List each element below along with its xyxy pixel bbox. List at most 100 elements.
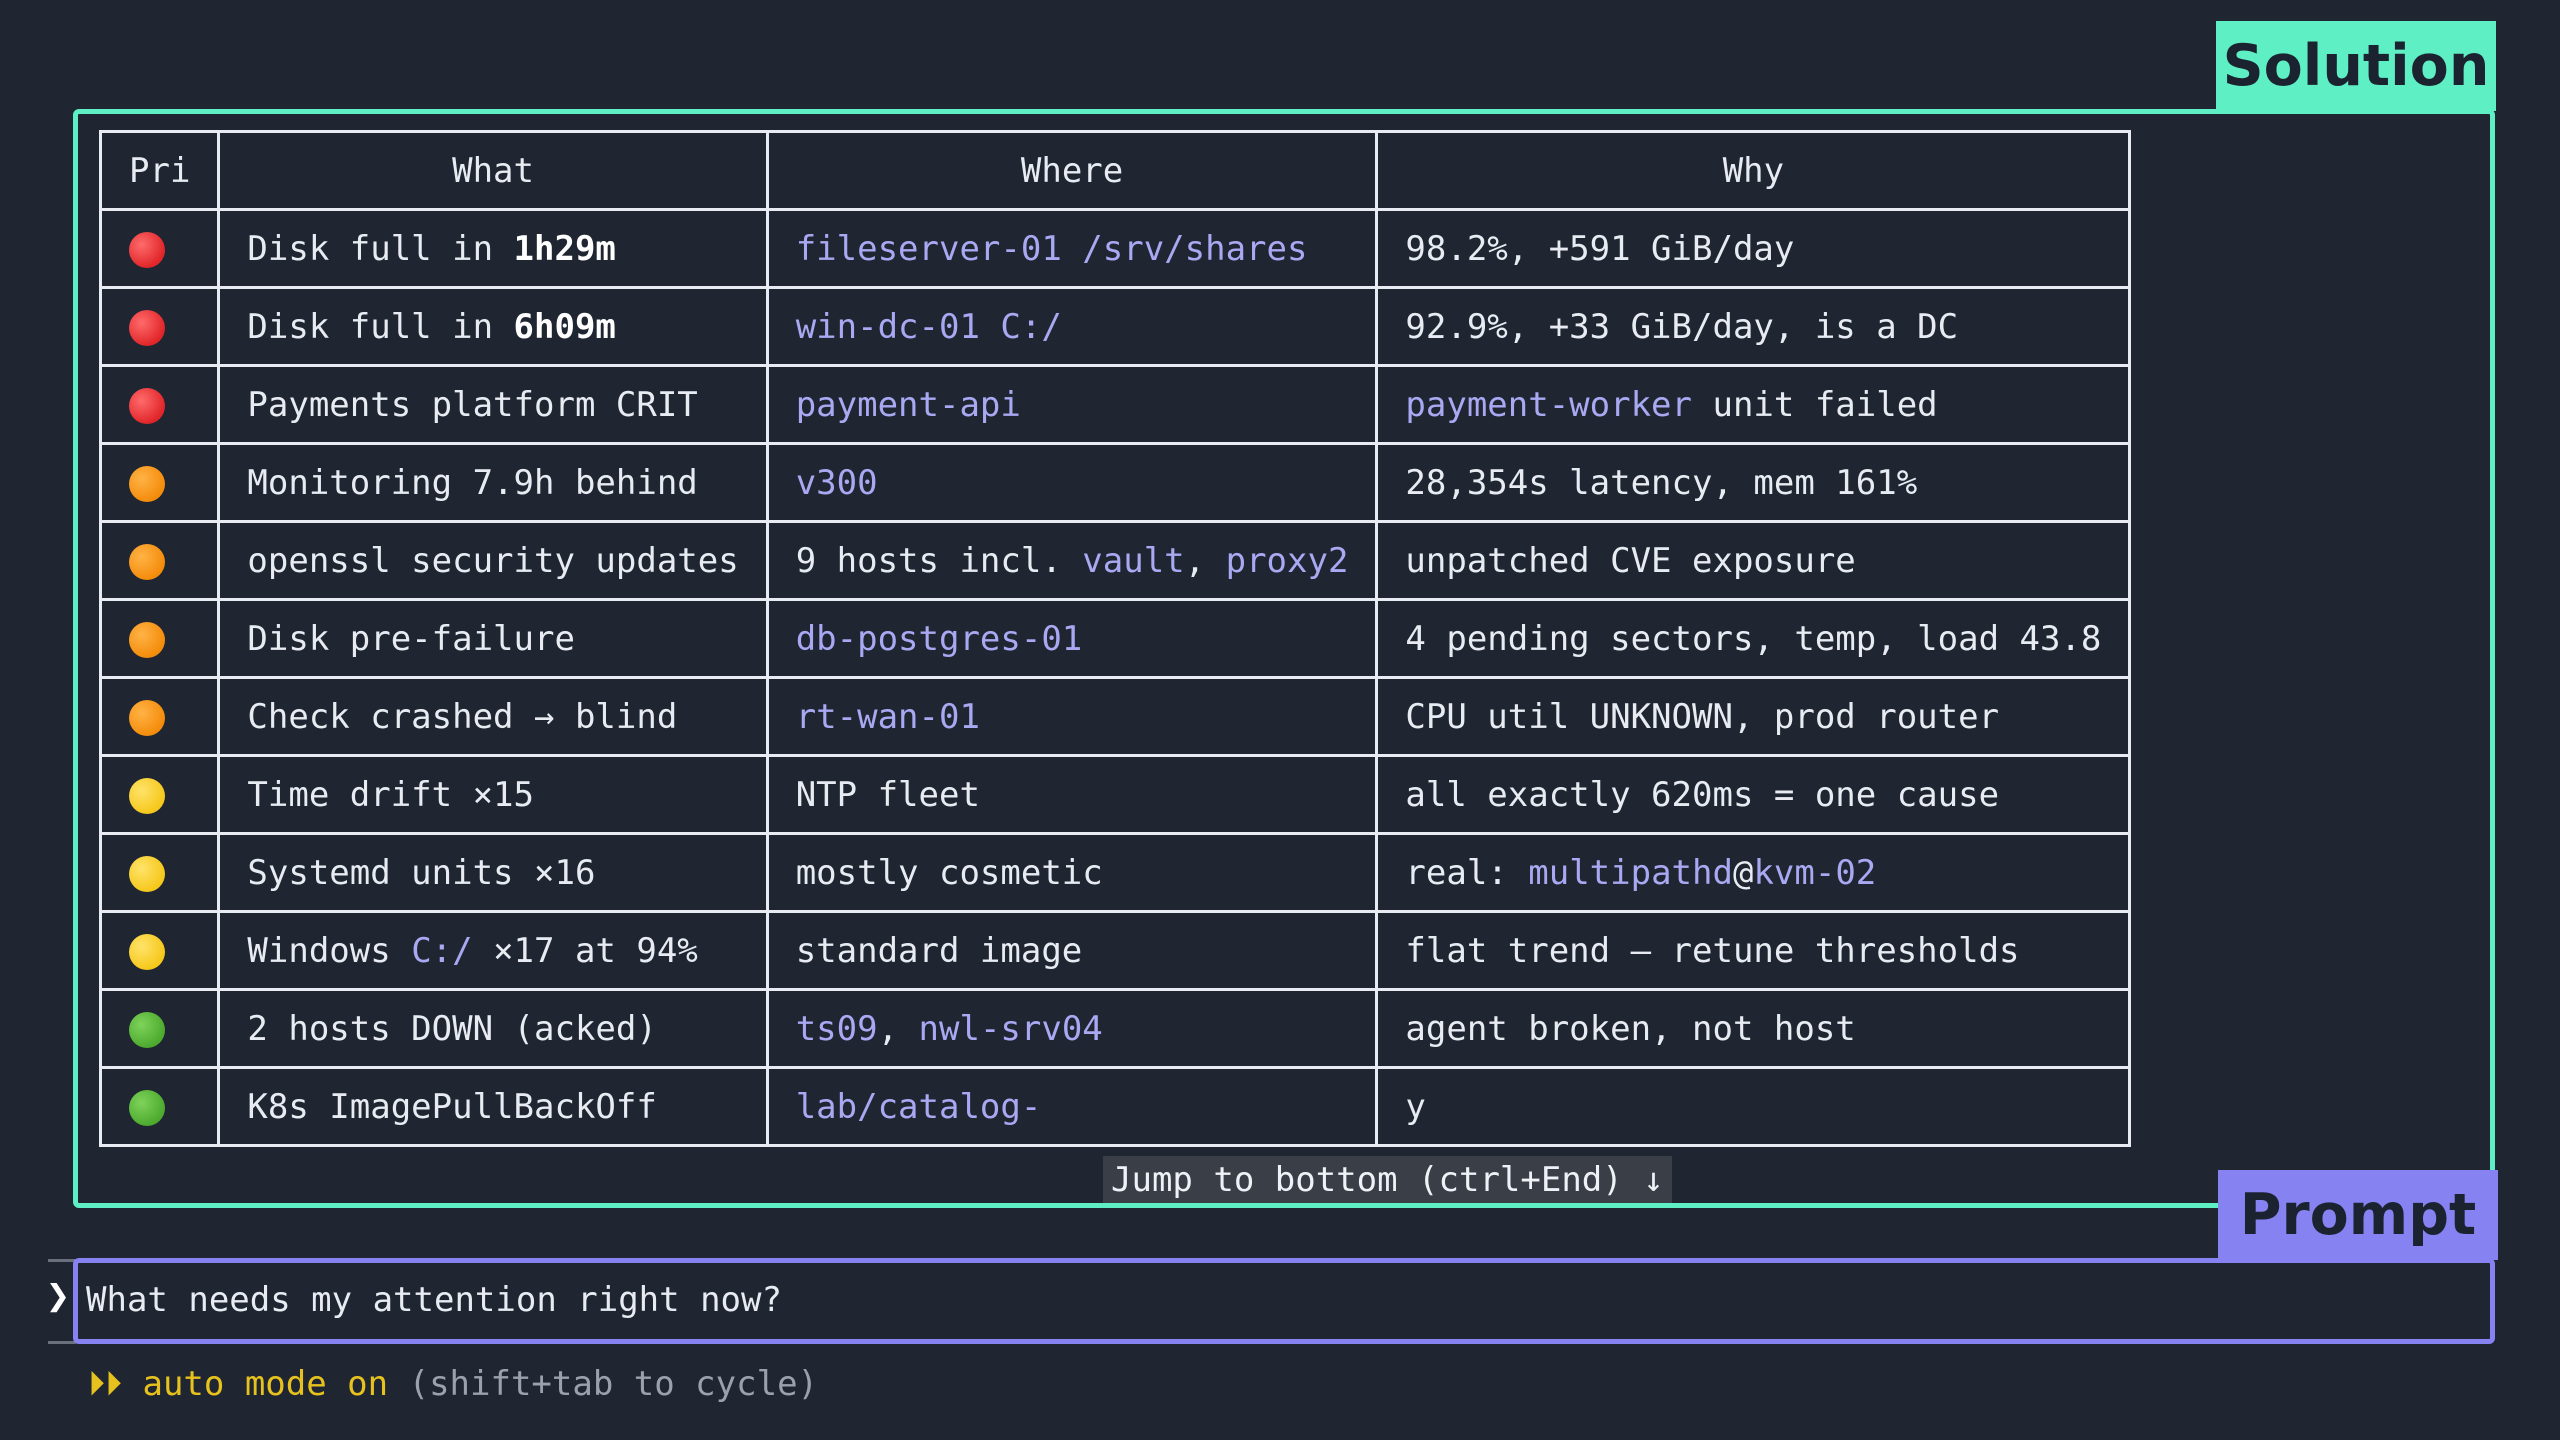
red-circle-icon	[129, 310, 165, 346]
why-cell: 92.9%, +33 GiB/day, is a DC	[1375, 286, 2132, 367]
host-name: v300	[795, 462, 878, 503]
table-header-row: Pri What Where Why	[98, 130, 2132, 211]
table-row: Disk pre-failure db-postgres-01 4 pending …	[98, 598, 2132, 679]
cell-text: all exactly 620ms = one cause	[1405, 774, 2000, 815]
what-cell: Check crashed → blind	[217, 676, 769, 757]
where-cell: win-dc-01 C:/	[765, 286, 1379, 367]
host-name: vault	[1082, 540, 1185, 581]
cell-text: unpatched CVE exposure	[1405, 540, 1856, 581]
table-row: Disk full in 6h09m win-dc-01 C:/ 92.9%, +3…	[98, 286, 2132, 367]
orange-circle-icon	[129, 544, 165, 580]
solution-panel: Pri What Where Why Disk full in 1h29m fil…	[73, 109, 2495, 1208]
host-name: lab/catalog-	[795, 1086, 1042, 1127]
red-circle-icon	[129, 388, 165, 424]
prompt-label: Prompt	[2218, 1170, 2498, 1260]
why-cell: unpatched CVE exposure	[1375, 520, 2132, 601]
solution-label: Solution	[2216, 21, 2496, 111]
header-where: Where	[765, 130, 1379, 211]
why-cell: y	[1375, 1066, 2132, 1147]
cell-text: ,	[877, 1008, 919, 1049]
attention-table: Pri What Where Why Disk full in 1h29m fil…	[98, 130, 2132, 1147]
jump-to-bottom-button[interactable]: Jump to bottom (ctrl+End) ↓	[1103, 1156, 1672, 1203]
where-cell: mostly cosmetic	[765, 832, 1379, 913]
host-name: kvm-02	[1753, 852, 1877, 893]
green-circle-icon	[129, 1090, 165, 1126]
priority-cell	[98, 832, 221, 913]
where-cell: v300	[765, 442, 1379, 523]
cell-text: @	[1732, 852, 1754, 893]
why-cell: flat trend — retune thresholds	[1375, 910, 2132, 991]
host-name: ts09	[795, 1008, 878, 1049]
fast-forward-icon: ⏵⏵	[88, 1364, 122, 1404]
priority-cell	[98, 1066, 221, 1147]
why-cell: payment-worker unit failed	[1375, 364, 2132, 445]
table-row: openssl security updates 9 hosts incl. va…	[98, 520, 2132, 601]
cell-text: NTP fleet	[795, 774, 980, 815]
cell-text: Check crashed → blind	[247, 696, 678, 737]
yellow-circle-icon	[129, 934, 165, 970]
priority-cell	[98, 208, 221, 289]
table-row: Check crashed → blind rt-wan-01 CPU util U…	[98, 676, 2132, 757]
cell-text: standard image	[795, 930, 1083, 971]
header-pri: Pri	[98, 130, 221, 211]
why-cell: CPU util UNKNOWN, prod router	[1375, 676, 2132, 757]
cell-text: CPU util UNKNOWN, prod router	[1405, 696, 2000, 737]
what-cell: K8s ImagePullBackOff	[217, 1066, 769, 1147]
where-cell: db-postgres-01	[765, 598, 1379, 679]
why-cell: agent broken, not host	[1375, 988, 2132, 1069]
where-cell: 9 hosts incl. vault, proxy2	[765, 520, 1379, 601]
prompt-input[interactable]: What needs my attention right now?	[86, 1280, 782, 1320]
header-what: What	[217, 130, 769, 211]
divider-top	[48, 1259, 76, 1262]
attention-table-wrap[interactable]: Pri What Where Why Disk full in 1h29m fil…	[98, 130, 2132, 1147]
host-name: rt-wan-01	[795, 696, 980, 737]
cell-text: Disk full in	[247, 306, 514, 347]
why-cell: 4 pending sectors, temp, load 43.8	[1375, 598, 2132, 679]
mode-label: auto mode on	[142, 1364, 389, 1404]
what-cell: Time drift ×15	[217, 754, 769, 835]
what-cell: Disk pre-failure	[217, 598, 769, 679]
orange-circle-icon	[129, 622, 165, 658]
what-cell: 2 hosts DOWN (acked)	[217, 988, 769, 1069]
mode-hint: (shift+tab to cycle)	[408, 1364, 819, 1404]
cell-text: mostly cosmetic	[795, 852, 1103, 893]
cell-text: flat trend — retune thresholds	[1405, 930, 2020, 971]
green-circle-icon	[129, 1012, 165, 1048]
table-row: Systemd units ×16 mostly cosmetic real: mu…	[98, 832, 2132, 913]
divider-bottom	[48, 1341, 76, 1344]
where-cell: payment-api	[765, 364, 1379, 445]
cell-text: Disk pre-failure	[247, 618, 575, 659]
priority-cell	[98, 520, 221, 601]
cell-text: 9 hosts incl.	[795, 540, 1083, 581]
cell-text: K8s ImagePullBackOff	[247, 1086, 657, 1127]
table-row: Time drift ×15 NTP fleet all exactly 620ms…	[98, 754, 2132, 835]
where-cell: NTP fleet	[765, 754, 1379, 835]
priority-cell	[98, 364, 221, 445]
table-row: Windows C:/ ×17 at 94% standard image flat…	[98, 910, 2132, 991]
table-row: Disk full in 1h29m fileserver-01 /srv/sha…	[98, 208, 2132, 289]
yellow-circle-icon	[129, 778, 165, 814]
host-name: multipathd	[1528, 852, 1733, 893]
priority-cell	[98, 442, 221, 523]
priority-cell	[98, 754, 221, 835]
orange-circle-icon	[129, 700, 165, 736]
why-cell: 28,354s latency, mem 161%	[1375, 442, 2132, 523]
table-row: Monitoring 7.9h behind v300 28,354s latenc…	[98, 442, 2132, 523]
where-cell: fileserver-01 /srv/shares	[765, 208, 1379, 289]
cell-text: 2 hosts DOWN (acked)	[247, 1008, 657, 1049]
cell-text: 1h29m	[513, 228, 616, 269]
host-name: win-dc-01 C:/	[795, 306, 1062, 347]
mode-status[interactable]: ⏵⏵ auto mode on (shift+tab to cycle)	[88, 1364, 818, 1404]
host-name: C:/	[411, 930, 473, 971]
priority-cell	[98, 676, 221, 757]
why-cell: real: multipathd@kvm-02	[1375, 832, 2132, 913]
host-name: db-postgres-01	[795, 618, 1083, 659]
cell-text: 4 pending sectors, temp, load 43.8	[1405, 618, 2102, 659]
cell-text: agent broken, not host	[1405, 1008, 1856, 1049]
prompt-caret-icon: ❯	[46, 1273, 71, 1319]
where-cell: standard image	[765, 910, 1379, 991]
why-cell: 98.2%, +591 GiB/day	[1375, 208, 2132, 289]
cell-text: 98.2%, +591 GiB/day	[1405, 228, 1795, 269]
cell-text: Systemd units ×16	[247, 852, 596, 893]
yellow-circle-icon	[129, 856, 165, 892]
